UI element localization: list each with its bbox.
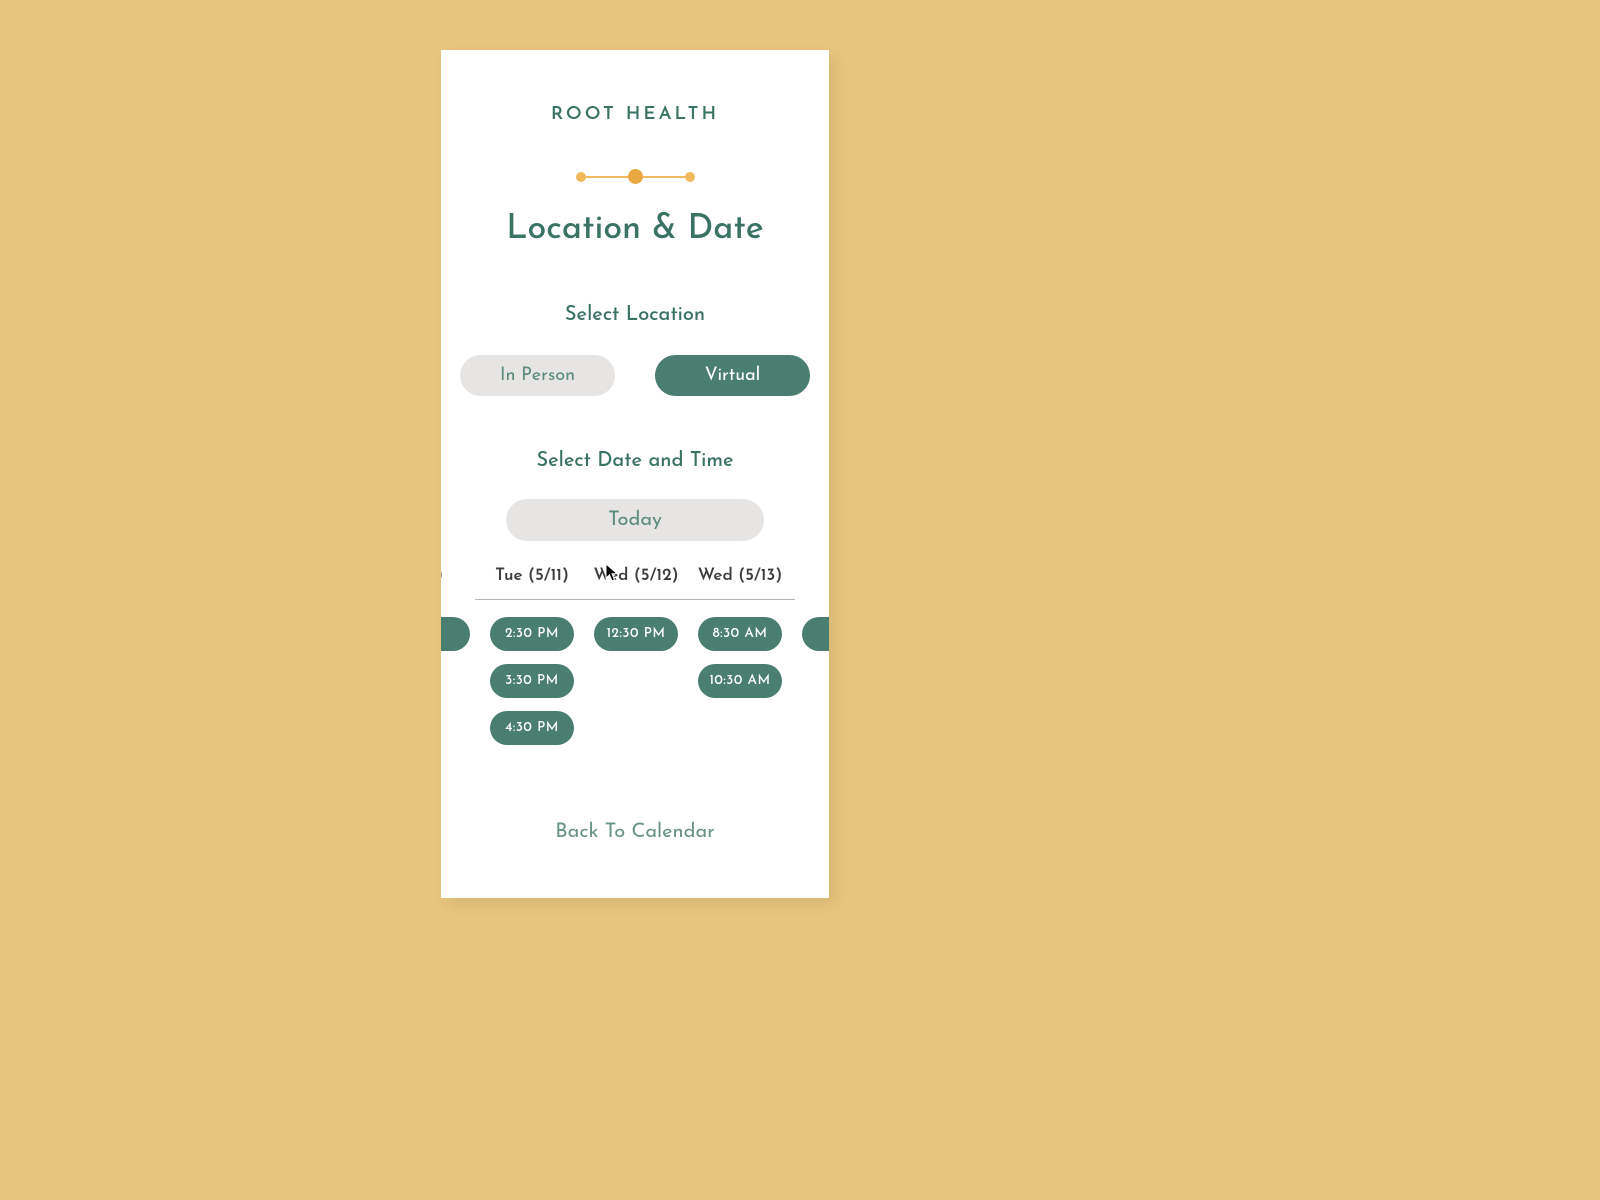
time-slot-button[interactable]: 10:: [802, 617, 829, 651]
date-header[interactable]: Th: [792, 568, 829, 599]
time-slot-button[interactable]: 3:30 PM: [490, 664, 574, 698]
stepper-line: [586, 176, 628, 178]
location-virtual-button[interactable]: Virtual: [655, 355, 810, 396]
select-datetime-label: Select Date and Time: [441, 451, 829, 471]
date-header[interactable]: Wed (5/13): [688, 568, 792, 599]
page-title: Location & Date: [441, 212, 829, 247]
progress-stepper: [441, 169, 829, 184]
time-slot-button[interactable]: 12:30 PM: [594, 617, 678, 651]
time-slot-button[interactable]: 8:30 AM: [698, 617, 782, 651]
select-location-label: Select Location: [441, 305, 829, 325]
back-to-calendar-link[interactable]: Back To Calendar: [441, 822, 829, 842]
location-buttons: In Person Virtual: [441, 355, 829, 396]
date-time-scroller[interactable]: /10) Tue (5/11) Wed (5/12) Wed (5/13) Th…: [441, 568, 829, 758]
stepper-dot-3: [685, 172, 695, 182]
date-header-row: /10) Tue (5/11) Wed (5/12) Wed (5/13) Th: [441, 568, 829, 599]
stepper-line: [643, 176, 685, 178]
stepper-dot-2: [628, 169, 643, 184]
date-divider: [475, 599, 795, 600]
date-header[interactable]: /10): [441, 568, 480, 599]
location-in-person-button[interactable]: In Person: [460, 355, 615, 396]
time-slot-button[interactable]: 4:30 PM: [490, 711, 574, 745]
time-slot-button[interactable]: 2:30 PM: [490, 617, 574, 651]
today-button[interactable]: Today: [506, 499, 764, 541]
time-slot-button[interactable]: 10:30 AM: [698, 664, 782, 698]
date-header[interactable]: Wed (5/12): [584, 568, 688, 599]
date-header[interactable]: Tue (5/11): [480, 568, 584, 599]
phone-frame: ROOT HEALTH Location & Date Select Locat…: [441, 50, 829, 898]
time-slot-button[interactable]: AM: [441, 617, 470, 651]
stepper-dot-1: [576, 172, 586, 182]
brand-title: ROOT HEALTH: [441, 105, 829, 124]
time-slot-grid: AM 2:30 PM 3:30 PM 4:30 PM 12:30 PM 8:30…: [441, 617, 829, 758]
